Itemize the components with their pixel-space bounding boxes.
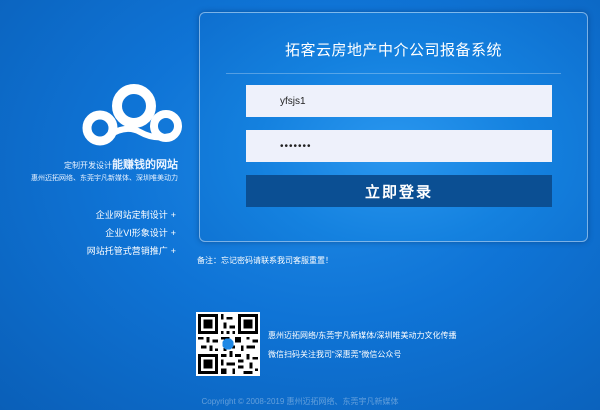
qr-code-icon [198,314,258,374]
tagline-small: 定制开发设计 [64,161,112,170]
username-input[interactable] [246,85,552,117]
title-divider [226,73,561,74]
brand-tagline: 定制开发设计能赚钱的网站 [64,156,178,172]
plus-icon: + [170,246,176,256]
service-label: 企业网站定制设计 [95,210,168,220]
brand-companies: 惠州迈拓网络、东莞宇凡新媒体、深圳唯美动力 [31,175,178,182]
qr-instructions: 微信扫码关注我司“深惠莞”微信公众号 [268,350,402,359]
password-note: 备注：忘记密码请联系我司客服重置！ [197,256,333,265]
wechat-qr-code [196,312,260,376]
login-button[interactable]: 立即登录 [246,175,552,207]
login-panel: 拓客云房地产中介公司报备系统 立即登录 [199,12,588,242]
tagline-bold: 能赚钱的网站 [112,159,178,171]
service-link-marketing[interactable]: 网站托管式营销推广 + [87,244,176,257]
plus-icon: + [170,210,176,220]
password-input[interactable] [246,130,552,162]
service-label: 企业VI形象设计 [105,228,168,238]
qr-companies: 惠州迈拓网络/东莞宇凡新媒体/深圳唯美动力文化传播 [268,331,457,340]
service-link-vi[interactable]: 企业VI形象设计 + [105,226,176,239]
cloud-logo-icon [82,84,182,146]
service-link-website[interactable]: 企业网站定制设计 + [96,208,176,221]
copyright: Copyright © 2008-2019 惠州迈拓网络、东莞宇凡新媒体 [201,397,399,406]
brand-area: 定制开发设计能赚钱的网站 惠州迈拓网络、东莞宇凡新媒体、深圳唯美动力 企业网站定… [0,80,190,290]
system-title: 拓客云房地产中介公司报备系统 [284,42,502,59]
plus-icon: + [170,228,176,238]
service-label: 网站托管式营销推广 [86,246,168,256]
